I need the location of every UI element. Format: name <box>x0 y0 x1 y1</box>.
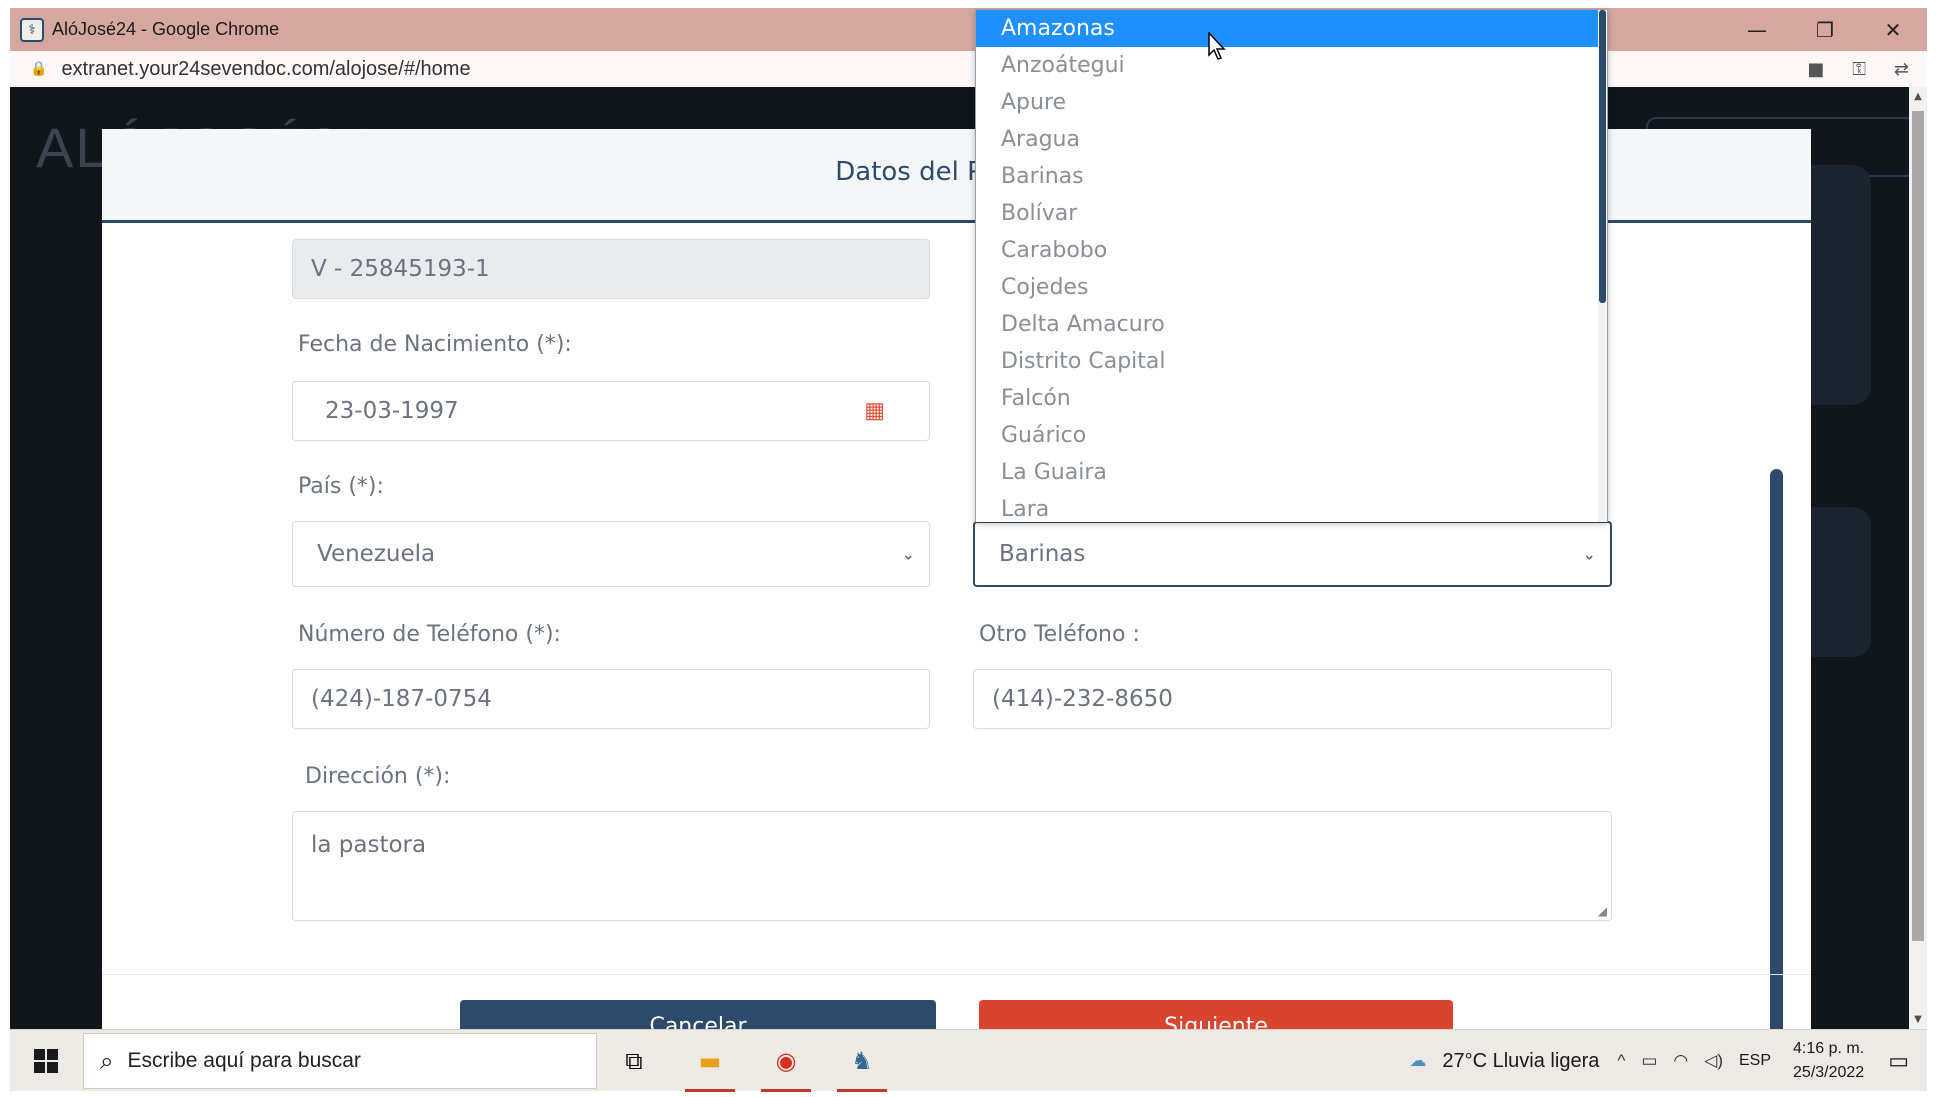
otro-telefono-input[interactable]: (414)-232-8650 <box>973 669 1612 729</box>
dropdown-option[interactable]: Lara <box>976 491 1607 522</box>
fecha-value: 23-03-1997 <box>325 398 459 424</box>
dropdown-scrollbar[interactable] <box>1598 10 1607 522</box>
lock-icon[interactable]: 🔒 <box>30 61 47 77</box>
translate-icon[interactable]: ⇄ <box>1894 59 1909 80</box>
app-favicon-icon: ⚕ <box>20 17 44 42</box>
cedula-value: V - 25845193-1 <box>311 256 490 282</box>
key-icon[interactable]: ⚿ <box>1852 59 1866 80</box>
direccion-label: Dirección (*): <box>305 764 451 789</box>
weather-cloud-icon[interactable]: ☁ <box>1409 1051 1426 1071</box>
pgadmin-elephant-icon[interactable]: ♞ <box>831 1030 893 1092</box>
scroll-up-icon[interactable]: ▲ <box>1909 91 1927 102</box>
estado-value: Barinas <box>999 541 1086 567</box>
calendar-icon[interactable]: ▦ <box>864 399 885 424</box>
url-text[interactable]: extranet.your24sevendoc.com/alojose/#/ho… <box>61 58 470 81</box>
clock-date: 25/3/2022 <box>1793 1064 1865 1081</box>
modal-footer-divider <box>102 974 1811 975</box>
fecha-nacimiento-input[interactable]: 23-03-1997 ▦ <box>292 381 930 441</box>
dropdown-option[interactable]: La Guaira <box>976 454 1607 491</box>
running-indicator <box>685 1089 735 1092</box>
telefono-value: (424)-187-0754 <box>311 686 492 712</box>
direccion-value: la pastora <box>311 832 427 858</box>
windows-taskbar: ⌕ Escribe aquí para buscar ⧉ ▬ ◉ ♞ ☁ 27°… <box>10 1029 1927 1092</box>
weather-text[interactable]: 27°C Lluvia ligera <box>1442 1050 1599 1073</box>
dropdown-options: Amazonas Anzoátegui Apure Aragua Barinas Bolí… <box>976 10 1607 522</box>
page-scrollbar[interactable]: ▲ ▼ <box>1909 87 1927 1029</box>
taskbar-search-box[interactable]: ⌕ Escribe aquí para buscar <box>83 1033 597 1089</box>
pais-select[interactable]: Venezuela ⌄ <box>292 521 930 587</box>
estado-dropdown-list[interactable]: Amazonas Anzoátegui Apure Aragua Barinas Bolí… <box>975 9 1608 522</box>
cancel-button[interactable]: Cancelar <box>460 1000 936 1029</box>
close-icon[interactable]: ✕ <box>1859 8 1927 51</box>
chevron-up-icon[interactable]: ^ <box>1617 1051 1625 1071</box>
telefono-input[interactable]: (424)-187-0754 <box>292 669 930 729</box>
address-bar-tools: ■ ⚿ ⇄ <box>1807 51 1909 87</box>
dropdown-scroll-thumb[interactable] <box>1599 10 1606 303</box>
restore-icon[interactable]: ❐ <box>1791 8 1859 51</box>
cedula-field: V - 25845193-1 <box>292 239 930 299</box>
chrome-icon[interactable]: ◉ <box>755 1030 817 1092</box>
resize-handle-icon[interactable]: ◢ <box>1598 904 1607 918</box>
chevron-down-icon: ⌄ <box>1582 544 1596 564</box>
page-scroll-thumb[interactable] <box>1912 111 1924 941</box>
dropdown-option[interactable]: Delta Amacuro <box>976 306 1607 343</box>
dropdown-option[interactable]: Anzoátegui <box>976 47 1607 84</box>
task-view-icon[interactable]: ⧉ <box>603 1030 665 1092</box>
dropdown-option[interactable]: Apure <box>976 84 1607 121</box>
mouse-cursor-icon <box>1208 32 1226 60</box>
fecha-label: Fecha de Nacimiento (*): <box>298 332 572 357</box>
volume-icon[interactable]: ◁) <box>1704 1051 1723 1071</box>
pais-value: Venezuela <box>317 541 436 567</box>
address-bar[interactable]: 🔒 extranet.your24sevendoc.com/alojose/#/… <box>10 51 1927 87</box>
pais-label: País (*): <box>298 474 384 499</box>
notifications-icon[interactable]: ▭ <box>1888 1048 1909 1074</box>
battery-icon[interactable]: ▭ <box>1641 1051 1657 1071</box>
otro-telefono-label: Otro Teléfono : <box>979 622 1140 647</box>
scroll-down-icon[interactable]: ▼ <box>1909 1014 1927 1025</box>
dropdown-option[interactable]: Cojedes <box>976 269 1607 306</box>
start-button[interactable] <box>10 1030 82 1092</box>
search-placeholder: Escribe aquí para buscar <box>127 1049 361 1072</box>
camera-icon[interactable]: ■ <box>1807 59 1824 80</box>
wifi-icon[interactable]: ◠ <box>1673 1051 1688 1071</box>
dropdown-option[interactable]: Falcón <box>976 380 1607 417</box>
next-button[interactable]: Siguiente <box>979 1000 1453 1029</box>
direccion-textarea[interactable]: la pastora ◢ <box>292 811 1612 921</box>
dropdown-option[interactable]: Bolívar <box>976 195 1607 232</box>
desktop-screen: ⚕ AlóJosé24 - Google Chrome — ❐ ✕ 🔒 extr… <box>0 0 1937 1097</box>
dropdown-option[interactable]: Guárico <box>976 417 1607 454</box>
clock-time: 4:16 p. m. <box>1793 1040 1865 1057</box>
running-indicator <box>761 1089 811 1092</box>
file-explorer-icon[interactable]: ▬ <box>679 1030 741 1092</box>
estado-select[interactable]: Barinas ⌄ <box>973 521 1612 587</box>
minimize-icon[interactable]: — <box>1723 8 1791 51</box>
window-title: AlóJosé24 - Google Chrome <box>52 19 280 39</box>
window-controls: — ❐ ✕ <box>1723 8 1927 51</box>
dropdown-option[interactable]: Distrito Capital <box>976 343 1607 380</box>
language-indicator[interactable]: ESP <box>1739 1052 1771 1070</box>
dropdown-option[interactable]: Barinas <box>976 158 1607 195</box>
telefono-label: Número de Teléfono (*): <box>298 622 561 647</box>
dropdown-option[interactable]: Aragua <box>976 121 1607 158</box>
chevron-down-icon: ⌄ <box>901 544 915 564</box>
search-icon: ⌕ <box>100 1047 114 1075</box>
clock[interactable]: 4:16 p. m. 25/3/2022 <box>1793 1037 1864 1085</box>
dropdown-option[interactable]: Carabobo <box>976 232 1607 269</box>
running-indicator <box>837 1089 887 1092</box>
dropdown-option[interactable]: Amazonas <box>976 10 1607 47</box>
otro-telefono-value: (414)-232-8650 <box>992 686 1173 712</box>
system-tray: ☁ 27°C Lluvia ligera ^ ▭ ◠ ◁) ESP 4:16 p… <box>1409 1030 1927 1092</box>
browser-title-bar: ⚕ AlóJosé24 - Google Chrome — ❐ ✕ <box>10 8 1927 51</box>
windows-logo-icon <box>34 1049 58 1073</box>
modal-scroll-thumb[interactable] <box>1770 469 1783 1029</box>
